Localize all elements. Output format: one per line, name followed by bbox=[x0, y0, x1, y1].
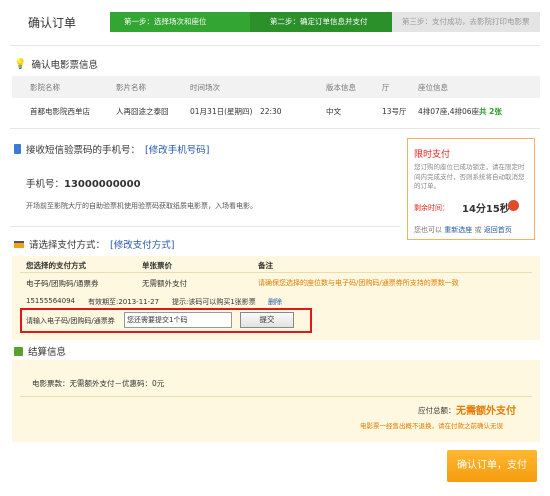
total-label: 应付总额： bbox=[418, 406, 456, 415]
refund-warning: 电影票一经售出概不退换，请在付款之前确认无误 bbox=[360, 422, 503, 430]
progress-steps: 第一步：选择场次和座位 第二步：确定订单信息并支付 第三步：支付成功，去影院打印… bbox=[110, 12, 540, 32]
code-expiry: 有效期至:2013-11-27 bbox=[88, 298, 160, 306]
sms-header: 接收短信验票码的手机号： [修改手机号码] bbox=[14, 142, 209, 156]
sms-title: 接收短信验票码的手机号： bbox=[26, 145, 141, 156]
timer-title: 限时支付 bbox=[414, 150, 451, 160]
edit-payment-link[interactable]: [修改支付方式] bbox=[110, 237, 174, 251]
phone-icon bbox=[14, 144, 21, 154]
version-info: 中文 bbox=[326, 107, 341, 116]
cinema-name: 首都电影院西单店 bbox=[30, 107, 90, 116]
code-input-label: 请输入电子码/团购码/通票券 bbox=[26, 317, 115, 325]
confirm-pay-button[interactable]: 确认订单，支付 bbox=[447, 450, 537, 482]
col-time: 时间场次 bbox=[190, 83, 220, 92]
submit-code-button[interactable]: 提交 bbox=[240, 312, 294, 328]
seat-info: 4排07座,4排06座共 2张 bbox=[418, 106, 502, 117]
col-movie: 影片名称 bbox=[116, 83, 146, 92]
payment-title: 请选择支付方式： bbox=[29, 240, 106, 251]
code-hint: 提示:该码可以购买1张影票 bbox=[172, 298, 256, 306]
ticket-info-header: 💡 确认电影票信息 bbox=[14, 57, 98, 72]
edit-phone-link[interactable]: [修改手机号码] bbox=[145, 142, 209, 156]
timer-footer-prefix: 您也可以 bbox=[414, 226, 442, 234]
col-version: 版本信息 bbox=[326, 83, 356, 92]
countdown-box: 限时支付 您订购的座位已成功锁定，请在限定时间内完成支付，否则系统将自动取消您的… bbox=[407, 138, 535, 240]
step-1: 第一步：选择场次和座位 bbox=[110, 12, 250, 32]
payment-header: 请选择支付方式： [修改支付方式] bbox=[14, 237, 174, 251]
code-value: 15155564094 bbox=[26, 297, 75, 305]
col-method: 您选择的支付方式 bbox=[26, 261, 86, 270]
col-remark: 备注 bbox=[258, 261, 273, 270]
timer-or: 或 bbox=[474, 226, 482, 234]
payment-remark: 请确保您选择的座位数与电子码/团购码/通票券所支持的票数一致 bbox=[258, 279, 459, 287]
back-home-link[interactable]: 返回首页 bbox=[484, 226, 512, 234]
remaining-label: 剩余时间： bbox=[414, 204, 449, 212]
phone-label: 手机号： bbox=[26, 179, 65, 190]
ticket-table-header bbox=[12, 76, 540, 98]
hall-info: 13号厅 bbox=[382, 107, 407, 116]
seat-count: 共 2张 bbox=[479, 107, 502, 116]
phone-number: 13000000000 bbox=[64, 179, 141, 190]
ticket-info-title: 确认电影票信息 bbox=[31, 60, 98, 71]
card-icon bbox=[14, 240, 24, 248]
col-cinema: 影院名称 bbox=[30, 83, 60, 92]
payment-price: 无需额外支付 bbox=[142, 279, 187, 288]
sms-note: 开场前至影院大厅的自助验票机使用验票码获取纸质电影票，入场看电影。 bbox=[26, 202, 257, 210]
settlement-header: 结算信息 bbox=[14, 344, 66, 358]
alarm-clock-icon bbox=[508, 200, 519, 211]
reselect-link[interactable]: 重新选座 bbox=[444, 226, 472, 234]
col-seats: 座位信息 bbox=[418, 83, 448, 92]
lightbulb-icon: 💡 bbox=[14, 58, 27, 70]
step-3: 第三步：支付成功，去影院打印电影票 bbox=[392, 12, 540, 32]
remaining-time: 14分15秒 bbox=[462, 204, 510, 215]
seat-list: 4排07座,4排06座 bbox=[418, 107, 480, 116]
payment-method: 电子码/团购码/通票券 bbox=[26, 279, 99, 288]
delete-code-link[interactable]: 删除 bbox=[268, 297, 282, 307]
page-title: 确认订单 bbox=[28, 16, 77, 30]
code-input[interactable] bbox=[124, 312, 232, 328]
show-time: 01月31日(星期四) 22:30 bbox=[190, 107, 282, 116]
col-hall: 厅 bbox=[382, 83, 390, 92]
receipt-icon bbox=[14, 346, 23, 356]
settlement-title: 结算信息 bbox=[28, 347, 67, 358]
col-price: 单张票价 bbox=[142, 261, 172, 270]
movie-name: 人再囧途之泰囧 bbox=[116, 107, 169, 116]
phone-row: 手机号：13000000000 bbox=[26, 176, 141, 190]
code-input-row: 请输入电子码/团购码/通票券 提交 bbox=[20, 308, 312, 333]
timer-desc: 您订购的座位已成功锁定，请在限定时间内完成支付，否则系统将自动取消您的订单。 bbox=[414, 163, 525, 190]
timer-footer: 您也可以 重新选座 或 返回首页 bbox=[414, 225, 512, 235]
step-2: 第二步：确定订单信息并支付 bbox=[250, 12, 392, 32]
total-value: 无需额外支付 bbox=[456, 406, 516, 417]
settlement-summary: 电影票款：无需额外支付－优惠码：0元 bbox=[32, 379, 165, 388]
